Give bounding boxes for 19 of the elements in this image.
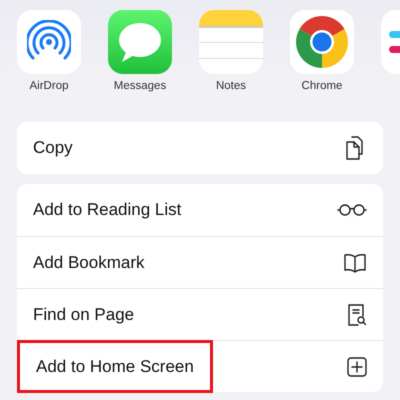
app-label: Chrome [302, 80, 342, 92]
app-label: Messages [114, 80, 166, 92]
action-label[interactable]: Add Bookmark [33, 252, 144, 272]
book-icon [343, 252, 367, 272]
app-logo-icon [389, 31, 400, 53]
app-label: Notes [216, 80, 246, 92]
action-label[interactable]: Find on Page [33, 304, 134, 324]
add-square-icon [347, 356, 367, 376]
action-label[interactable]: Copy [33, 138, 73, 158]
app-icon-tile[interactable] [17, 10, 81, 74]
app-label: AirDrop [30, 80, 68, 92]
speech-bubble-icon [116, 20, 164, 64]
chrome-logo-icon [296, 16, 348, 68]
app-icon-tile[interactable] [108, 10, 172, 74]
action-label[interactable]: Add to Home Screen [17, 340, 213, 393]
search-document-icon [347, 302, 367, 326]
glasses-icon [337, 203, 367, 217]
action-label[interactable]: Add to Reading List [33, 200, 182, 220]
app-icon-tile[interactable] [290, 10, 354, 74]
